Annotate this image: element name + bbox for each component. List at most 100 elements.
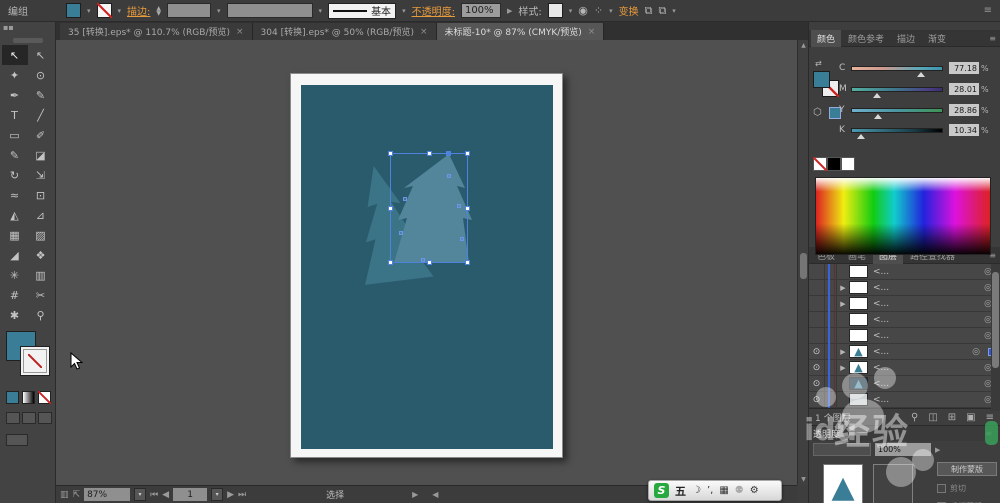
out-of-gamut-cube-icon[interactable]: ⬡: [813, 107, 822, 118]
target-circle-icon[interactable]: ◎: [972, 347, 980, 357]
layer-row[interactable]: ⊙▶ ▲ <... ◎: [809, 360, 1000, 376]
next-artboard-icon[interactable]: ▶: [227, 490, 234, 500]
layer-thumbnail[interactable]: ▲: [849, 345, 868, 358]
fill-dropdown-icon[interactable]: ▾: [87, 7, 91, 15]
white-swatch[interactable]: [841, 157, 855, 171]
layer-thumbnail[interactable]: [849, 393, 868, 406]
draw-inside-button[interactable]: [38, 412, 52, 424]
first-artboard-icon[interactable]: ⏮: [150, 490, 158, 500]
mask-thumbnail[interactable]: [873, 464, 913, 503]
prev-artboard-icon[interactable]: ◀: [162, 490, 169, 500]
ime-logo-icon[interactable]: S: [654, 483, 669, 498]
stroke-dropdown-icon[interactable]: ▾: [118, 7, 122, 15]
visibility-toggle[interactable]: ⊙: [809, 360, 825, 376]
layer-name[interactable]: <...: [873, 379, 889, 389]
close-icon[interactable]: ×: [588, 27, 596, 37]
selection-handle-nw[interactable]: [388, 151, 393, 156]
hand-pan-icon[interactable]: ⇱: [73, 490, 81, 500]
stroke-swatch-large[interactable]: [20, 346, 50, 376]
shape-builder-tool[interactable]: ◭: [2, 205, 28, 225]
eraser-tool[interactable]: ◪: [28, 145, 54, 165]
layer-row[interactable]: <... ◎: [809, 312, 1000, 328]
artboard-background[interactable]: [301, 85, 553, 449]
color-fill-button[interactable]: [6, 391, 19, 404]
input-method-bar[interactable]: S 五 ☽ ’, ▦ ⚉ ⚙: [648, 480, 782, 501]
transform-link[interactable]: 变换: [619, 3, 639, 18]
gradient-tool[interactable]: ▨: [28, 225, 54, 245]
selection-handle-se[interactable]: [465, 260, 470, 265]
selection-handle-s[interactable]: [427, 260, 432, 265]
document-setup-icon[interactable]: ◉: [578, 4, 588, 17]
layer-thumbnail[interactable]: [849, 297, 868, 310]
artboard-page[interactable]: [290, 73, 563, 458]
opacity-spinner-icon[interactable]: ▶: [935, 446, 940, 454]
ime-punctuation-icon[interactable]: ’,: [707, 485, 713, 496]
swap-fill-stroke-icon[interactable]: ⇄: [815, 59, 822, 68]
expand-icon[interactable]: ▶: [837, 300, 849, 308]
draw-behind-button[interactable]: [22, 412, 36, 424]
fill-color-swatch[interactable]: [66, 3, 81, 18]
layer-row-selected[interactable]: ⊙▶ ▲ <... ◎: [809, 344, 1000, 360]
visibility-toggle[interactable]: [809, 280, 825, 296]
visibility-toggle[interactable]: [809, 296, 825, 312]
new-layer-icon[interactable]: ▣: [966, 412, 975, 423]
black-slider-thumb[interactable]: [857, 134, 865, 139]
layer-thumbnail[interactable]: ▲: [849, 377, 868, 390]
rectangle-tool[interactable]: ▭: [2, 125, 28, 145]
layer-row[interactable]: <... ◎: [809, 328, 1000, 344]
line-segment-tool[interactable]: ╱: [28, 105, 54, 125]
expand-icon[interactable]: ▶: [837, 364, 849, 372]
layer-name[interactable]: <...: [873, 315, 889, 325]
expand-icon[interactable]: ▶: [837, 348, 849, 356]
visibility-toggle[interactable]: ⊙: [809, 376, 825, 392]
blend-mode-dropdown[interactable]: [813, 443, 871, 456]
artboard-number-field[interactable]: 1: [173, 488, 207, 501]
make-clipping-mask-icon[interactable]: ◫: [928, 412, 937, 423]
artboard-dropdown-icon[interactable]: ▾: [211, 488, 223, 501]
stroke-width-combo[interactable]: [167, 3, 211, 18]
layer-row[interactable]: ⊙ <... ◎: [809, 392, 1000, 408]
blend-tool[interactable]: ❖: [28, 245, 54, 265]
layer-name[interactable]: <...: [873, 267, 889, 277]
yellow-slider-thumb[interactable]: [874, 114, 882, 119]
black-value-field[interactable]: 10.34: [949, 124, 979, 136]
selection-handle-ne[interactable]: [465, 151, 470, 156]
black-swatch[interactable]: [827, 157, 841, 171]
zoom-tool[interactable]: ⚲: [28, 305, 54, 325]
eyedropper-tool[interactable]: ◢: [2, 245, 28, 265]
layer-thumbnail[interactable]: [849, 281, 868, 294]
cyan-value-field[interactable]: 77.18: [949, 62, 979, 74]
layer-thumbnail[interactable]: [849, 313, 868, 326]
anchor-point[interactable]: [457, 204, 461, 208]
none-fill-button[interactable]: [38, 391, 51, 404]
cyan-slider-thumb[interactable]: [917, 72, 925, 77]
draw-normal-button[interactable]: [6, 412, 20, 424]
width-profile-combo[interactable]: [227, 3, 313, 18]
paintbrush-tool[interactable]: ✐: [28, 125, 54, 145]
layer-name[interactable]: <...: [873, 283, 889, 293]
close-icon[interactable]: ×: [236, 27, 244, 37]
ime-settings-wrench-icon[interactable]: ⚙: [750, 485, 759, 496]
black-slider-track[interactable]: [851, 128, 943, 133]
width-tool[interactable]: ≈: [2, 185, 28, 205]
layers-scrollbar[interactable]: [991, 264, 1000, 411]
align-dropdown-icon[interactable]: ▾: [672, 7, 676, 15]
object-thumbnail[interactable]: ▲: [823, 464, 863, 503]
hscroll-right-icon[interactable]: ▶: [412, 490, 418, 499]
perspective-grid-tool[interactable]: ⊿: [28, 205, 54, 225]
magenta-slider-track[interactable]: [851, 87, 943, 92]
tree-artwork[interactable]: [301, 85, 553, 449]
stroke-color-swatch[interactable]: [97, 3, 112, 18]
visibility-toggle[interactable]: ⊙: [809, 344, 825, 360]
close-icon[interactable]: ×: [420, 27, 428, 37]
anchor-point[interactable]: [403, 197, 407, 201]
selection-tool[interactable]: ↖: [2, 45, 28, 65]
ime-account-icon[interactable]: ⚉: [735, 485, 744, 496]
color-spectrum-bar[interactable]: [815, 177, 991, 255]
layer-thumbnail[interactable]: ▲: [849, 361, 868, 374]
layer-row[interactable]: <... ◎: [809, 264, 1000, 280]
selection-handle-sw[interactable]: [388, 260, 393, 265]
visibility-toggle[interactable]: [809, 312, 825, 328]
cyan-slider-track[interactable]: [851, 66, 943, 71]
layer-row[interactable]: ▶ <... ◎: [809, 280, 1000, 296]
